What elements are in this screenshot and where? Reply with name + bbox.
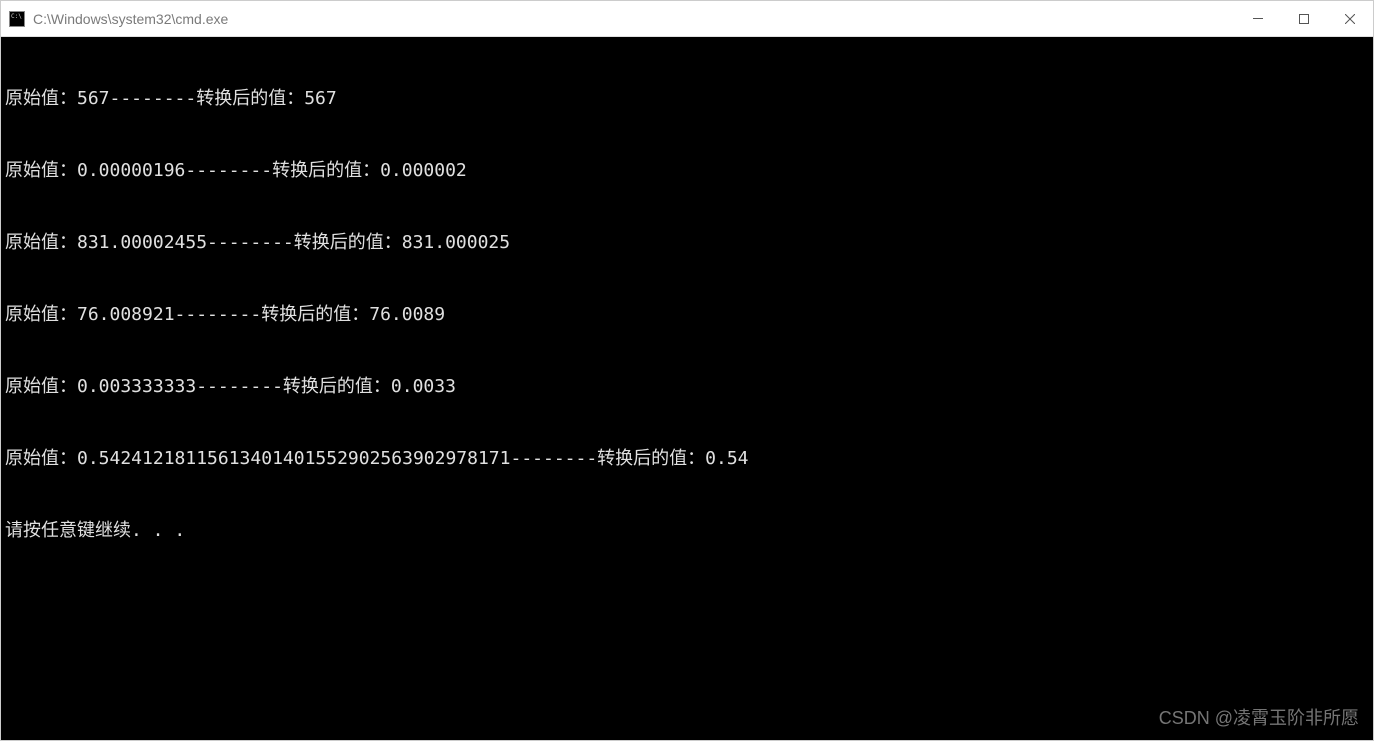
cmd-icon: [9, 11, 25, 27]
output-line: 原始值：0.003333333--------转换后的值：0.0033: [5, 375, 1369, 399]
maximize-icon: [1299, 14, 1309, 24]
close-button[interactable]: [1327, 1, 1373, 36]
close-icon: [1345, 14, 1355, 24]
minimize-icon: [1253, 18, 1263, 19]
watermark-text: CSDN @凌霄玉阶非所愿: [1159, 706, 1359, 730]
terminal-output[interactable]: 原始值：567--------转换后的值：567 原始值：0.00000196-…: [1, 37, 1373, 740]
output-line: 原始值：0.5424121811561340140155290256390297…: [5, 447, 1369, 471]
window-title: C:\Windows\system32\cmd.exe: [33, 11, 1235, 27]
cmd-window: C:\Windows\system32\cmd.exe 原始值：567-----…: [0, 0, 1374, 741]
minimize-button[interactable]: [1235, 1, 1281, 36]
output-line: 原始值：0.00000196--------转换后的值：0.000002: [5, 159, 1369, 183]
titlebar[interactable]: C:\Windows\system32\cmd.exe: [1, 1, 1373, 37]
output-line: 原始值：567--------转换后的值：567: [5, 87, 1369, 111]
output-line: 请按任意键继续. . .: [5, 519, 1369, 543]
output-line: 原始值：831.00002455--------转换后的值：831.000025: [5, 231, 1369, 255]
output-line: 原始值：76.008921--------转换后的值：76.0089: [5, 303, 1369, 327]
window-controls: [1235, 1, 1373, 36]
maximize-button[interactable]: [1281, 1, 1327, 36]
